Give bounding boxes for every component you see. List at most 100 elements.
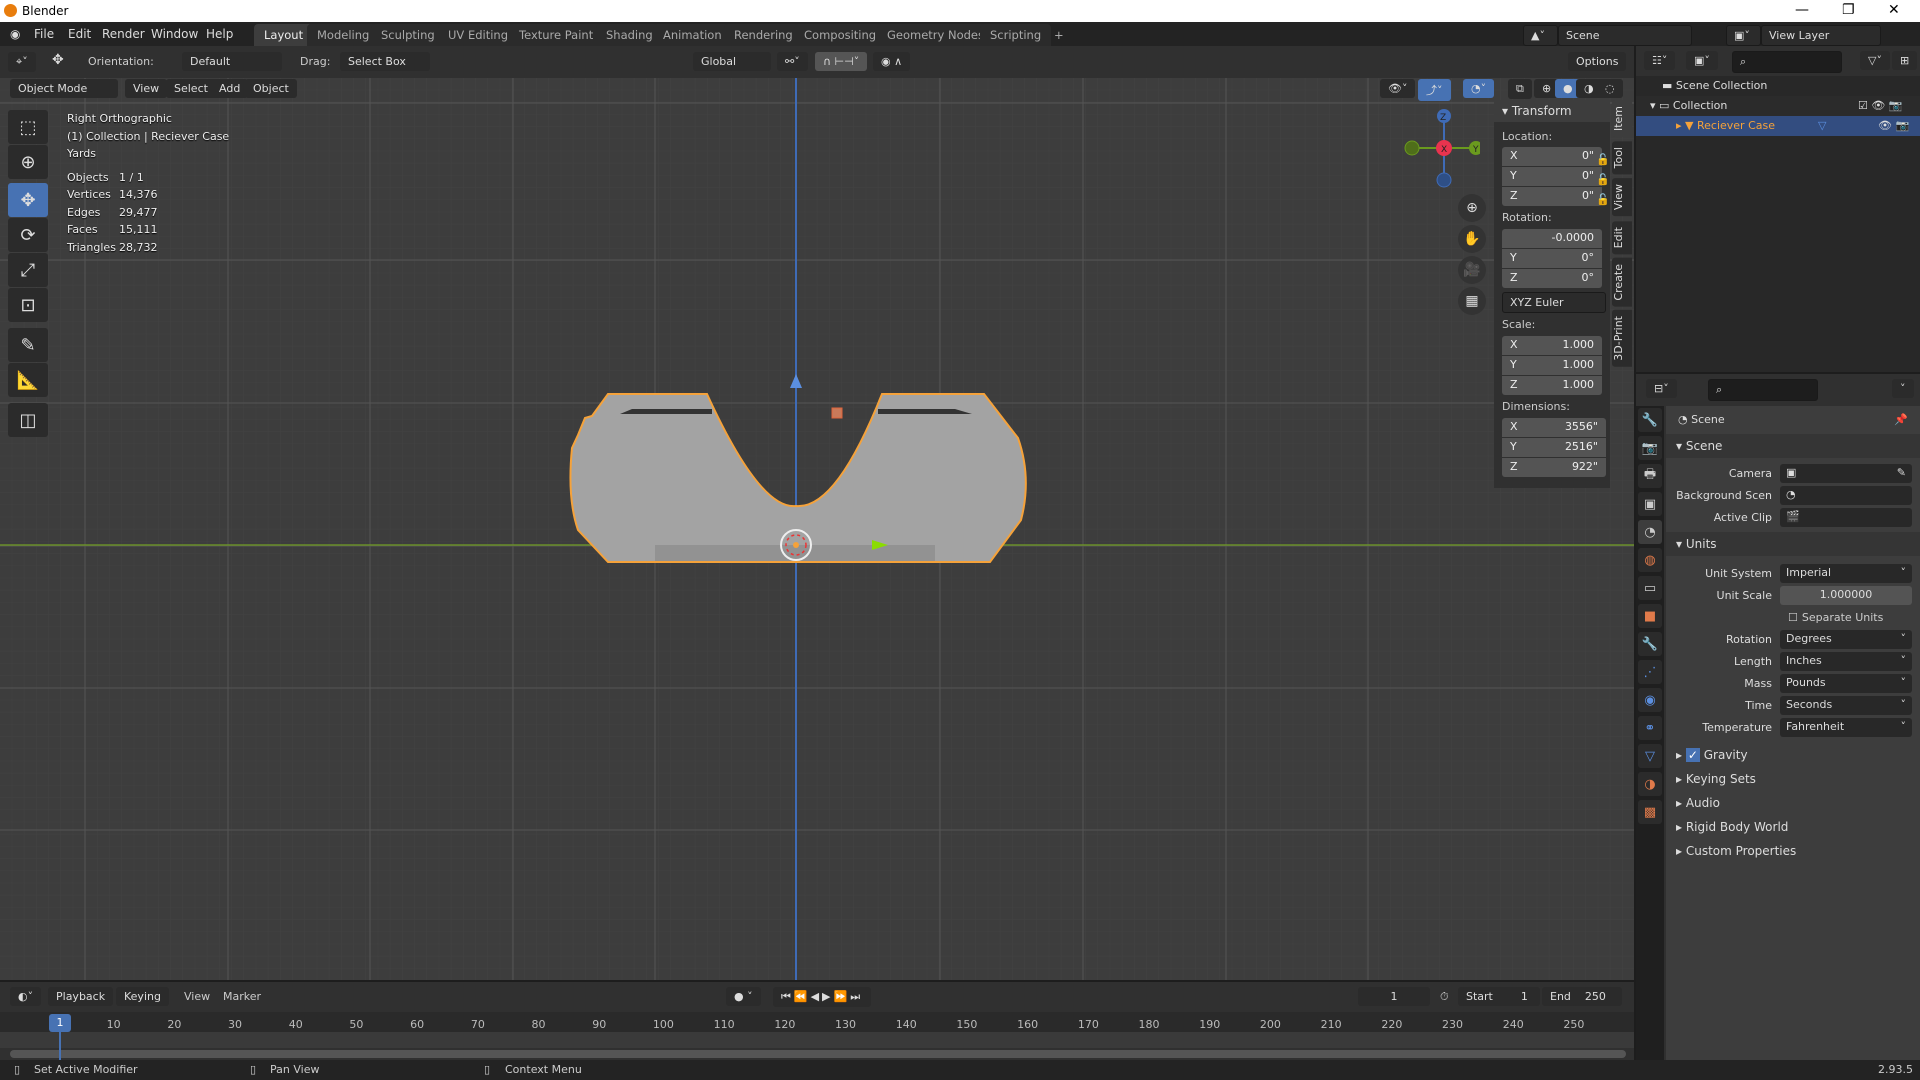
- marker-menu[interactable]: Marker: [223, 990, 261, 1003]
- select-box-tool-icon[interactable]: ⬚: [8, 110, 48, 144]
- overlays-toggle-icon[interactable]: ◔˅: [1463, 79, 1495, 98]
- timeline-area[interactable]: [0, 1032, 1634, 1048]
- output-properties-icon[interactable]: 🖶: [1638, 464, 1662, 488]
- rotation-y-field[interactable]: Y 0°: [1502, 249, 1602, 268]
- modifier-properties-icon[interactable]: 🔧: [1638, 632, 1662, 656]
- scale-z-field[interactable]: Z 1.000: [1502, 376, 1602, 395]
- collection-properties-icon[interactable]: ▭: [1638, 576, 1662, 600]
- display-mode-icon[interactable]: ☷˅: [1644, 51, 1676, 70]
- view-layer-properties-icon[interactable]: ▣: [1638, 492, 1662, 516]
- sidebar-tab-3d-print[interactable]: 3D-Print: [1612, 310, 1632, 368]
- rotation-x-field[interactable]: -0.0000: [1502, 229, 1602, 248]
- end-frame-field[interactable]: End 250: [1542, 987, 1622, 1006]
- gravity-panel[interactable]: ▸ ✓ Gravity: [1666, 744, 1920, 768]
- viewport-menu-select[interactable]: Select: [166, 79, 216, 98]
- timeline-scrollbar[interactable]: [10, 1050, 1626, 1058]
- close-button[interactable]: ✕: [1888, 2, 1900, 18]
- separate-units-checkbox[interactable]: ☐ Separate Units: [1666, 606, 1920, 628]
- pivot-point-icon[interactable]: ⚯˅: [777, 52, 808, 71]
- playback-menu[interactable]: Playback: [48, 987, 114, 1006]
- sidebar-tab-create[interactable]: Create: [1612, 257, 1632, 307]
- ortho-grid-icon[interactable]: ▦: [1458, 287, 1486, 315]
- rotation-z-field[interactable]: Z 0°: [1502, 269, 1602, 288]
- visibility-icon[interactable]: 👁˅: [1380, 79, 1416, 98]
- lock-icon[interactable]: 🔓: [1596, 190, 1610, 210]
- menu-edit[interactable]: Edit: [68, 27, 91, 41]
- scene-properties-icon[interactable]: ◔: [1638, 520, 1662, 544]
- camera-view-icon[interactable]: 🎥: [1458, 256, 1486, 284]
- scene-panel-header[interactable]: ▾ Scene: [1666, 434, 1920, 458]
- background-scene-field[interactable]: ◔: [1780, 485, 1912, 505]
- tab-modeling[interactable]: Modeling: [307, 24, 380, 46]
- time-units-dropdown[interactable]: Seconds ˅: [1780, 695, 1912, 715]
- location-z-field[interactable]: Z 0": [1502, 187, 1602, 206]
- tool-properties-icon[interactable]: 🔧: [1638, 408, 1662, 432]
- properties-options-icon[interactable]: ˅: [1892, 379, 1914, 398]
- mode-dropdown[interactable]: Object Mode: [10, 79, 118, 98]
- scene-browse-icon[interactable]: ▲˅: [1523, 25, 1558, 46]
- object-properties-icon[interactable]: ■: [1638, 604, 1662, 628]
- tab-animation[interactable]: Animation: [653, 24, 732, 46]
- zoom-icon[interactable]: ⊕: [1458, 194, 1486, 222]
- editor-type-icon[interactable]: ⌖˅: [8, 52, 36, 72]
- dimensions-z-field[interactable]: Z 922": [1502, 458, 1606, 477]
- snap-magnet-icon[interactable]: ∩ ⊢⊣˅: [815, 52, 868, 71]
- transform-tool-icon[interactable]: ⊡: [8, 288, 48, 322]
- proportional-edit-icon[interactable]: ◉ ∧: [873, 52, 911, 71]
- units-panel-header[interactable]: ▾ Units: [1666, 532, 1920, 556]
- viewport-menu-view[interactable]: View: [125, 79, 168, 98]
- outliner-search-input[interactable]: ⌕: [1732, 51, 1842, 73]
- maximize-button[interactable]: ❐: [1842, 2, 1855, 18]
- rigid-body-world-panel[interactable]: ▸ Rigid Body World: [1666, 816, 1920, 840]
- mesh-data-icon[interactable]: ▽: [1818, 119, 1826, 132]
- visibility-toggles[interactable]: 👁 📷: [1878, 119, 1909, 132]
- sidebar-tab-view[interactable]: View: [1612, 178, 1632, 217]
- move-tool-icon[interactable]: ✥: [8, 183, 48, 217]
- constraints-properties-icon[interactable]: ⚭: [1638, 716, 1662, 740]
- navigation-gizmo[interactable]: Z Y X: [1400, 108, 1480, 188]
- tab-geometry-nodes[interactable]: Geometry Nodes: [877, 24, 995, 46]
- start-frame-field[interactable]: Start 1: [1458, 987, 1540, 1006]
- annotate-tool-icon[interactable]: ✎: [8, 328, 48, 362]
- options-dropdown[interactable]: Options: [1568, 52, 1627, 71]
- blender-menu-icon[interactable]: ◉: [10, 27, 20, 41]
- location-y-field[interactable]: Y 0": [1502, 167, 1602, 186]
- transform-panel-header[interactable]: ▾ Transform: [1494, 100, 1610, 122]
- current-frame-field[interactable]: 1: [1358, 987, 1430, 1006]
- new-collection-icon[interactable]: ⊞: [1892, 51, 1918, 70]
- scale-tool-icon[interactable]: ⤢: [8, 253, 48, 287]
- dimensions-y-field[interactable]: Y 2516": [1502, 438, 1606, 457]
- length-units-dropdown[interactable]: Inches ˅: [1780, 651, 1912, 671]
- 3d-viewport[interactable]: Object Mode View Select Add Object 👁˅ ⤴˅…: [0, 78, 1634, 980]
- playhead[interactable]: 1: [49, 1014, 71, 1032]
- xray-toggle-icon[interactable]: ⧉: [1508, 79, 1532, 99]
- outliner-item-reciever-case[interactable]: ▸ ▼ Reciever Case ▽ 👁 📷: [1636, 116, 1920, 136]
- sidebar-tab-item[interactable]: Item: [1612, 100, 1632, 138]
- texture-properties-icon[interactable]: ▩: [1638, 800, 1662, 824]
- custom-properties-panel[interactable]: ▸ Custom Properties: [1666, 840, 1920, 864]
- properties-search-input[interactable]: ⌕: [1708, 379, 1818, 401]
- pin-icon[interactable]: 📌: [1894, 413, 1908, 426]
- unit-system-dropdown[interactable]: Imperial ˅: [1780, 563, 1912, 583]
- menu-render[interactable]: Render: [102, 27, 145, 41]
- menu-window[interactable]: Window: [151, 27, 198, 41]
- drag-dropdown[interactable]: Select Box: [340, 52, 430, 71]
- auto-keying-icon[interactable]: ● ˅: [726, 987, 761, 1006]
- orientation-dropdown[interactable]: Default: [182, 52, 282, 71]
- timeline-view-menu[interactable]: View: [184, 990, 210, 1003]
- add-cube-tool-icon[interactable]: ◫: [8, 403, 48, 437]
- outliner-item-scene-collection[interactable]: ▬ Scene Collection: [1636, 76, 1920, 96]
- keying-sets-panel[interactable]: ▸ Keying Sets: [1666, 768, 1920, 792]
- cursor-tool-icon[interactable]: ⊕: [8, 145, 48, 179]
- viewport-menu-object[interactable]: Object: [245, 79, 297, 98]
- viewport-menu-add[interactable]: Add: [211, 79, 249, 98]
- timeline-editor-type-icon[interactable]: ◐˅: [10, 987, 42, 1006]
- menu-help[interactable]: Help: [206, 27, 233, 41]
- sidebar-tab-edit[interactable]: Edit: [1612, 220, 1632, 254]
- tab-texture-paint[interactable]: Texture Paint: [509, 24, 604, 46]
- scene-name-field[interactable]: Scene: [1558, 25, 1692, 46]
- tab-sculpting[interactable]: Sculpting: [371, 24, 445, 46]
- outliner-item-collection[interactable]: ▾ ▭ Collection ☑ 👁 📷: [1636, 96, 1920, 116]
- lock-icon[interactable]: 🔓: [1596, 150, 1610, 170]
- temperature-units-dropdown[interactable]: Fahrenheit ˅: [1780, 717, 1912, 737]
